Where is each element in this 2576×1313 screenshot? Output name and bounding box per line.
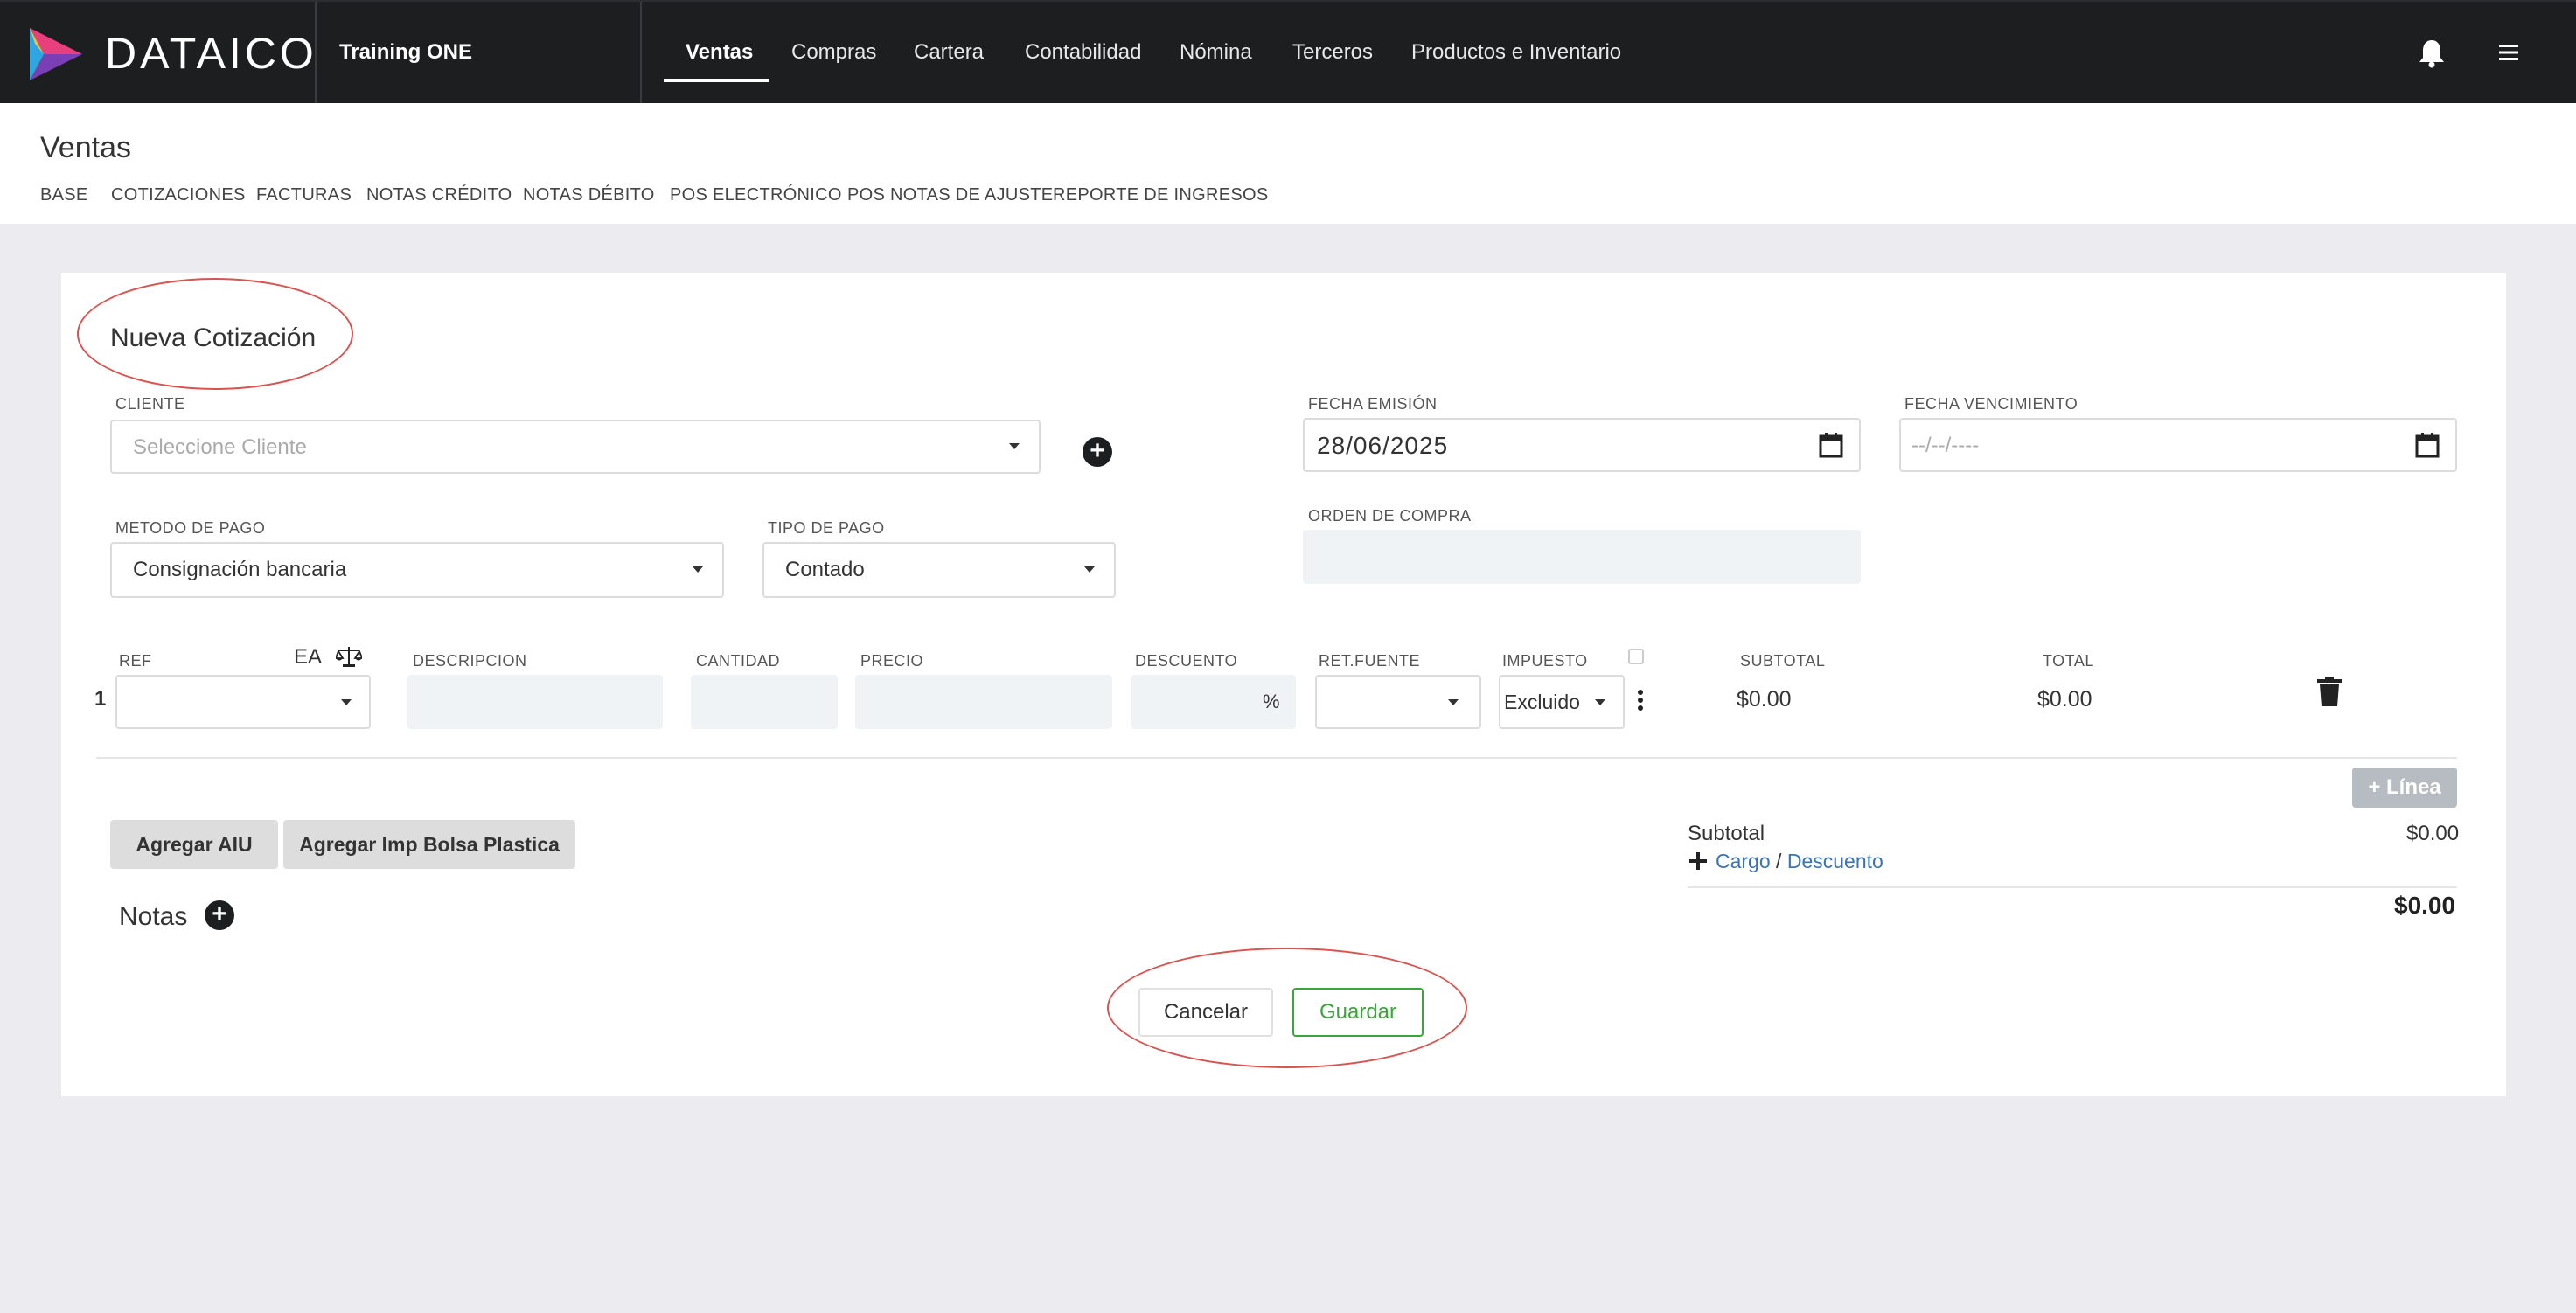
- tab-cotizaciones[interactable]: COTIZACIONES: [111, 185, 246, 205]
- add-line-button[interactable]: + Línea: [2352, 768, 2457, 808]
- add-bolsa-plastica-button[interactable]: Agregar Imp Bolsa Plastica: [283, 820, 575, 869]
- subtotal-value: $0.00: [2406, 822, 2460, 845]
- metodo-pago-value: Consignación bancaria: [133, 558, 347, 581]
- cliente-select[interactable]: Seleccione Cliente: [110, 420, 1041, 474]
- col-impuesto-header: IMPUESTO: [1502, 652, 1588, 670]
- fecha-vencimiento-label: FECHA VENCIMIENTO: [1904, 395, 2078, 413]
- line-descuento-input[interactable]: %: [1131, 675, 1296, 729]
- line-ref-select[interactable]: [115, 675, 371, 729]
- nav-productos-inventario[interactable]: Productos e Inventario: [1411, 40, 1621, 65]
- line-subtotal: $0.00: [1737, 687, 1792, 712]
- add-note-icon[interactable]: +: [205, 900, 234, 930]
- menu-icon[interactable]: [2499, 44, 2518, 61]
- plus-icon[interactable]: [1689, 852, 1707, 870]
- col-total-header: TOTAL: [2043, 652, 2094, 670]
- chevron-down-icon: [1084, 566, 1095, 573]
- fecha-emision-input[interactable]: 28/06/2025: [1303, 418, 1861, 472]
- highlight-ellipse: [77, 278, 353, 390]
- col-ref-header: REF: [119, 652, 152, 670]
- grand-total-value: $0.00: [2394, 892, 2456, 919]
- metodo-pago-select[interactable]: Consignación bancaria: [110, 542, 724, 598]
- fecha-emision-value: 28/06/2025: [1317, 432, 1449, 459]
- nav-cartera[interactable]: Cartera: [914, 40, 984, 65]
- metodo-pago-label: METODO DE PAGO: [115, 519, 266, 537]
- chevron-down-icon: [693, 566, 703, 573]
- chevron-down-icon: [1448, 699, 1459, 705]
- col-precio-header: PRECIO: [860, 652, 924, 670]
- tipo-pago-select[interactable]: Contado: [762, 542, 1116, 598]
- notes-label: Notas: [119, 902, 188, 931]
- bell-icon[interactable]: [2419, 38, 2445, 68]
- trash-icon[interactable]: [2317, 677, 2342, 706]
- cliente-placeholder: Seleccione Cliente: [133, 435, 307, 459]
- descuento-link[interactable]: Descuento: [1787, 850, 1883, 872]
- tipo-pago-value: Contado: [785, 558, 865, 581]
- balance-scale-icon[interactable]: [336, 645, 362, 668]
- col-cantidad-header: CANTIDAD: [696, 652, 781, 670]
- nav-nomina[interactable]: Nómina: [1180, 40, 1252, 65]
- add-client-icon[interactable]: +: [1083, 437, 1112, 467]
- line-precio-input[interactable]: [855, 675, 1112, 729]
- tab-notas-credito[interactable]: NOTAS CRÉDITO: [366, 185, 512, 205]
- dataico-logo-icon[interactable]: [26, 26, 86, 82]
- company-name[interactable]: Training ONE: [339, 40, 472, 65]
- navbar-divider: [315, 2, 317, 105]
- calendar-icon[interactable]: [1819, 432, 1843, 458]
- chevron-down-icon: [1595, 699, 1605, 705]
- calendar-icon[interactable]: [2415, 432, 2440, 458]
- line-number: 1: [94, 687, 107, 711]
- line-impuesto-value: Excluido: [1504, 691, 1580, 713]
- add-aiu-button[interactable]: Agregar AIU: [110, 820, 278, 869]
- chevron-down-icon: [1009, 443, 1020, 449]
- col-descripcion-header: DESCRIPCION: [413, 652, 527, 670]
- col-subtotal-header: SUBTOTAL: [1740, 652, 1826, 670]
- tab-facturas[interactable]: FACTURAS: [256, 185, 352, 205]
- fecha-vencimiento-value: --/--/----: [1911, 434, 1980, 457]
- tipo-pago-label: TIPO DE PAGO: [768, 519, 885, 537]
- fecha-vencimiento-input[interactable]: --/--/----: [1899, 418, 2457, 472]
- tab-pos-electronico[interactable]: POS ELECTRÓNICO: [670, 185, 842, 205]
- section-header: [0, 103, 2576, 224]
- line-descripcion-input[interactable]: [407, 675, 663, 729]
- discount-percent-sign: %: [1263, 691, 1280, 712]
- cargo-descuento-separator: /: [1776, 850, 1782, 872]
- highlight-ellipse: [1107, 948, 1467, 1068]
- nav-terceros[interactable]: Terceros: [1292, 40, 1373, 65]
- top-navbar: DATAICO Training ONE Ventas Compras Cart…: [0, 0, 2576, 105]
- cargo-link[interactable]: Cargo: [1716, 850, 1771, 872]
- line-retfuente-select[interactable]: [1315, 675, 1481, 729]
- nav-active-indicator: [664, 79, 769, 82]
- col-retfuente-header: RET.FUENTE: [1319, 652, 1421, 670]
- subtotal-label: Subtotal: [1688, 822, 1765, 845]
- impuesto-checkbox[interactable]: [1628, 649, 1644, 664]
- nav-ventas[interactable]: Ventas: [686, 40, 753, 65]
- nav-contabilidad[interactable]: Contabilidad: [1025, 40, 1141, 65]
- line-table-divider: [96, 757, 2457, 759]
- fecha-emision-label: FECHA EMISIÓN: [1308, 395, 1438, 413]
- tab-reporte-ingresos[interactable]: REPORTE DE INGRESOS: [1053, 185, 1269, 205]
- more-vertical-icon[interactable]: [1637, 689, 1644, 712]
- line-impuesto-select[interactable]: Excluido: [1499, 675, 1625, 729]
- tab-notas-debito[interactable]: NOTAS DÉBITO: [523, 185, 655, 205]
- nav-compras[interactable]: Compras: [791, 40, 876, 65]
- page-title: Ventas: [40, 131, 131, 164]
- unit-label: EA: [294, 645, 323, 669]
- cliente-label: CLIENTE: [115, 395, 185, 413]
- line-total: $0.00: [2037, 687, 2092, 712]
- chevron-down-icon: [341, 699, 352, 705]
- brand-name[interactable]: DATAICO: [105, 28, 317, 79]
- cargo-descuento-links: Cargo / Descuento: [1716, 850, 1883, 873]
- navbar-divider: [640, 2, 642, 105]
- col-descuento-header: DESCUENTO: [1135, 652, 1238, 670]
- tab-base[interactable]: BASE: [40, 185, 88, 205]
- line-cantidad-input[interactable]: [691, 675, 838, 729]
- orden-compra-label: ORDEN DE COMPRA: [1308, 507, 1472, 525]
- tab-pos-notas-ajuste[interactable]: POS NOTAS DE AJUSTE: [847, 185, 1053, 205]
- orden-compra-input[interactable]: [1303, 530, 1861, 584]
- totals-divider: [1688, 886, 2457, 888]
